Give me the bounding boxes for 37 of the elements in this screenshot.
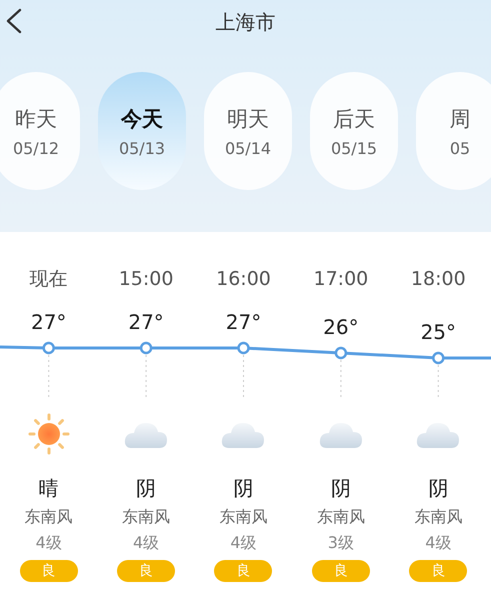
day-tab[interactable]: 今天 05/13 — [98, 72, 186, 190]
hour-label: 现在 — [30, 267, 68, 291]
weather-label: 晴 — [38, 476, 59, 500]
temperature: 27° — [226, 310, 262, 334]
weather-label: 阴 — [233, 476, 254, 500]
wind-direction: 东南风 — [414, 507, 462, 527]
weather-label: 阴 — [136, 476, 156, 500]
wind-direction: 东南风 — [24, 507, 73, 527]
air-quality-badge: 良 — [214, 560, 272, 582]
hour-label: 17:00 — [314, 267, 368, 291]
day-tab[interactable]: 周 05 — [416, 72, 491, 190]
temperature: 26° — [323, 315, 359, 339]
hour-label: 18:00 — [410, 267, 466, 291]
temperature: 25° — [420, 320, 456, 344]
temperature: 27° — [128, 310, 164, 334]
air-quality-badge: 良 — [20, 560, 78, 582]
day-tab[interactable]: 昨天 05/12 — [0, 72, 80, 190]
wind-direction: 东南风 — [316, 507, 365, 527]
wind-level: 4级 — [425, 533, 452, 553]
city-title: 上海市 — [216, 8, 276, 36]
day-tab[interactable]: 明天 05/14 — [204, 72, 292, 190]
hour-label: 16:00 — [216, 267, 271, 291]
wind-level: 3级 — [328, 533, 354, 553]
air-quality-badge: 良 — [312, 560, 370, 582]
temperature: 27° — [30, 310, 66, 334]
weather-label: 阴 — [330, 476, 351, 500]
wind-level: 4级 — [36, 533, 62, 553]
weather-label: 阴 — [428, 476, 448, 500]
day-tab[interactable]: 后天 05/15 — [310, 72, 398, 190]
wind-level: 4级 — [230, 533, 257, 553]
back-icon[interactable] — [5, 8, 23, 34]
wind-direction: 东南风 — [219, 507, 268, 527]
air-quality-badge: 良 — [409, 560, 468, 582]
wind-direction: 东南风 — [122, 507, 170, 527]
wind-level: 4级 — [133, 533, 160, 553]
air-quality-badge: 良 — [117, 560, 176, 582]
hour-label: 15:00 — [118, 267, 174, 291]
